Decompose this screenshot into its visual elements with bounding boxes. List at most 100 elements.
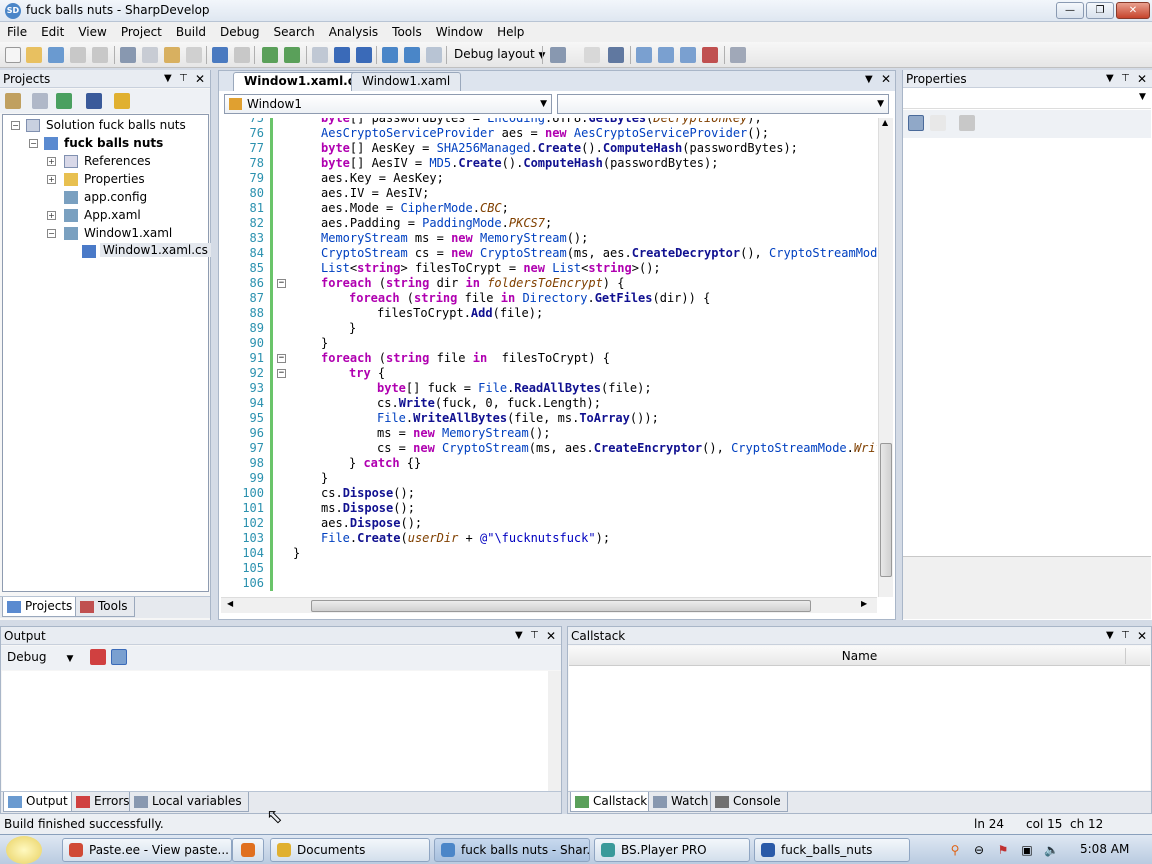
- code-line[interactable]: 82 aes.Padding = PaddingMode.PKCS7;: [221, 216, 877, 231]
- column-header-name[interactable]: Name: [569, 646, 1150, 666]
- close-panel-icon[interactable]: ✕: [195, 70, 205, 88]
- project-properties-icon[interactable]: [5, 93, 21, 109]
- tab-output[interactable]: Output: [3, 792, 75, 812]
- code-line[interactable]: 101 ms.Dispose();: [221, 501, 877, 516]
- menu-analysis[interactable]: Analysis: [322, 22, 385, 42]
- delete-icon[interactable]: [186, 47, 202, 63]
- code-line[interactable]: 95 File.WriteAllBytes(file, ms.ToArray())…: [221, 411, 877, 426]
- tab-console[interactable]: Console: [710, 792, 788, 812]
- code-line[interactable]: 92 − try {: [221, 366, 877, 381]
- find-in-files-icon[interactable]: [550, 47, 566, 63]
- tree-item-properties[interactable]: Properties: [84, 172, 145, 186]
- code-line[interactable]: 103 File.Create(userDir + @"\fucknutsfuck…: [221, 531, 877, 546]
- expand-icon[interactable]: +: [47, 175, 56, 184]
- panel-menu-icon[interactable]: ▼: [164, 70, 172, 88]
- taskbar-item-browser[interactable]: Paste.ee - View paste...: [62, 838, 232, 862]
- code-line[interactable]: 89}: [221, 321, 877, 336]
- menu-project[interactable]: Project: [114, 22, 169, 42]
- pin-icon[interactable]: ⊤: [179, 70, 188, 88]
- tab-local-variables[interactable]: Local variables: [129, 792, 249, 812]
- scroll-left-icon[interactable]: ◀: [227, 599, 233, 608]
- print-preview-icon[interactable]: [702, 47, 718, 63]
- build-icon[interactable]: [262, 47, 278, 63]
- tab-tools[interactable]: Tools: [75, 597, 135, 617]
- tab-callstack[interactable]: Callstack: [570, 792, 655, 812]
- paste-icon[interactable]: [164, 47, 180, 63]
- close-editor-icon[interactable]: ✕: [881, 72, 891, 86]
- tray-display-icon[interactable]: ▣: [1020, 843, 1034, 857]
- layout-selector[interactable]: Debug layout ▼: [454, 47, 545, 61]
- menu-view[interactable]: View: [71, 22, 113, 42]
- view-code-icon[interactable]: [86, 93, 102, 109]
- code-line[interactable]: 79 aes.Key = AesKey;: [221, 171, 877, 186]
- stop-icon[interactable]: [356, 47, 372, 63]
- minimize-button[interactable]: —: [1056, 2, 1084, 19]
- tray-volume-icon[interactable]: 🔈: [1044, 843, 1059, 857]
- object-selector[interactable]: ▼: [903, 89, 1151, 109]
- code-line[interactable]: 83 MemoryStream ms = new MemoryStream();: [221, 231, 877, 246]
- taskbar-item-documents[interactable]: Documents: [270, 838, 430, 862]
- scroll-up-icon[interactable]: ▲: [882, 118, 888, 127]
- step-out-icon[interactable]: [426, 47, 442, 63]
- vertical-scrollbar[interactable]: ▲: [878, 118, 893, 597]
- tree-item-app-xaml[interactable]: App.xaml: [84, 208, 141, 222]
- search-icon[interactable]: [730, 47, 746, 63]
- tray-search-icon[interactable]: ⚲: [948, 843, 962, 857]
- close-panel-icon[interactable]: ✕: [1137, 627, 1147, 645]
- pause-icon[interactable]: [334, 47, 350, 63]
- scroll-right-icon[interactable]: ▶: [861, 599, 867, 608]
- clear-output-icon[interactable]: [90, 649, 106, 665]
- pin-icon[interactable]: ⊤: [1121, 627, 1130, 645]
- close-panel-icon[interactable]: ✕: [546, 627, 556, 645]
- start-button[interactable]: [6, 836, 42, 864]
- refresh-icon[interactable]: [56, 93, 72, 109]
- horizontal-scroll-thumb[interactable]: [311, 600, 811, 612]
- panel-menu-icon[interactable]: ▼: [1106, 627, 1114, 645]
- collapse-all-icon[interactable]: [32, 93, 48, 109]
- step-into-icon[interactable]: [404, 47, 420, 63]
- sharpdevelop-app-icon[interactable]: SD: [5, 3, 21, 19]
- code-line[interactable]: 97 cs = new CryptoStream(ms, aes.CreateEn…: [221, 441, 877, 456]
- close-panel-icon[interactable]: ✕: [1137, 70, 1147, 88]
- fold-toggle-icon[interactable]: −: [277, 279, 286, 288]
- clock[interactable]: 5:08 AM: [1080, 842, 1129, 856]
- tab-window1-xaml[interactable]: Window1.xaml: [351, 72, 462, 91]
- code-line[interactable]: 90}: [221, 336, 877, 351]
- undo-icon[interactable]: [212, 47, 228, 63]
- code-line[interactable]: 102 aes.Dispose();: [221, 516, 877, 531]
- code-line[interactable]: 106: [221, 576, 877, 591]
- save-disabled-icon[interactable]: [70, 47, 86, 63]
- open-folder-icon[interactable]: [26, 47, 42, 63]
- code-line[interactable]: 100 cs.Dispose();: [221, 486, 877, 501]
- tab-projects[interactable]: Projects: [2, 597, 80, 617]
- class-selector[interactable]: Window1 ▼: [224, 94, 552, 114]
- collapse-icon[interactable]: −: [29, 139, 38, 148]
- expand-icon[interactable]: +: [47, 211, 56, 220]
- code-line[interactable]: 96 ms = new MemoryStream();: [221, 426, 877, 441]
- output-scrollbar[interactable]: [548, 671, 561, 791]
- menu-edit[interactable]: Edit: [34, 22, 71, 42]
- rebuild-icon[interactable]: [284, 47, 300, 63]
- taskbar-item-bsplayer[interactable]: BS.Player PRO: [594, 838, 750, 862]
- new-file-icon[interactable]: [5, 47, 21, 63]
- print-icon[interactable]: [680, 47, 696, 63]
- tree-item-window1-xaml-cs[interactable]: Window1.xaml.cs: [100, 243, 211, 257]
- menu-search[interactable]: Search: [266, 22, 321, 42]
- code-line[interactable]: 81 aes.Mode = CipherMode.CBC;: [221, 201, 877, 216]
- pin-icon[interactable]: ⊤: [1121, 70, 1130, 88]
- cut-icon[interactable]: [120, 47, 136, 63]
- save-icon[interactable]: [48, 47, 64, 63]
- tab-watch[interactable]: Watch: [648, 792, 716, 812]
- output-category-select[interactable]: Debug ▼: [7, 650, 73, 664]
- code-line[interactable]: 98} catch {}: [221, 456, 877, 471]
- tray-flag-icon[interactable]: ⚑: [996, 843, 1010, 857]
- fold-toggle-icon[interactable]: −: [277, 369, 286, 378]
- taskbar-item-word-doc[interactable]: fuck_balls_nuts: [754, 838, 910, 862]
- tree-item-app-config[interactable]: app.config: [84, 190, 147, 204]
- code-line[interactable]: 105: [221, 561, 877, 576]
- run-icon[interactable]: [312, 47, 328, 63]
- tree-item-window1-xaml[interactable]: Window1.xaml: [84, 226, 172, 240]
- code-line[interactable]: 99}: [221, 471, 877, 486]
- code-line[interactable]: 87 foreach (string file in Directory.GetF…: [221, 291, 877, 306]
- taskbar-item-sharpdevelop[interactable]: fuck balls nuts - Shar...: [434, 838, 590, 862]
